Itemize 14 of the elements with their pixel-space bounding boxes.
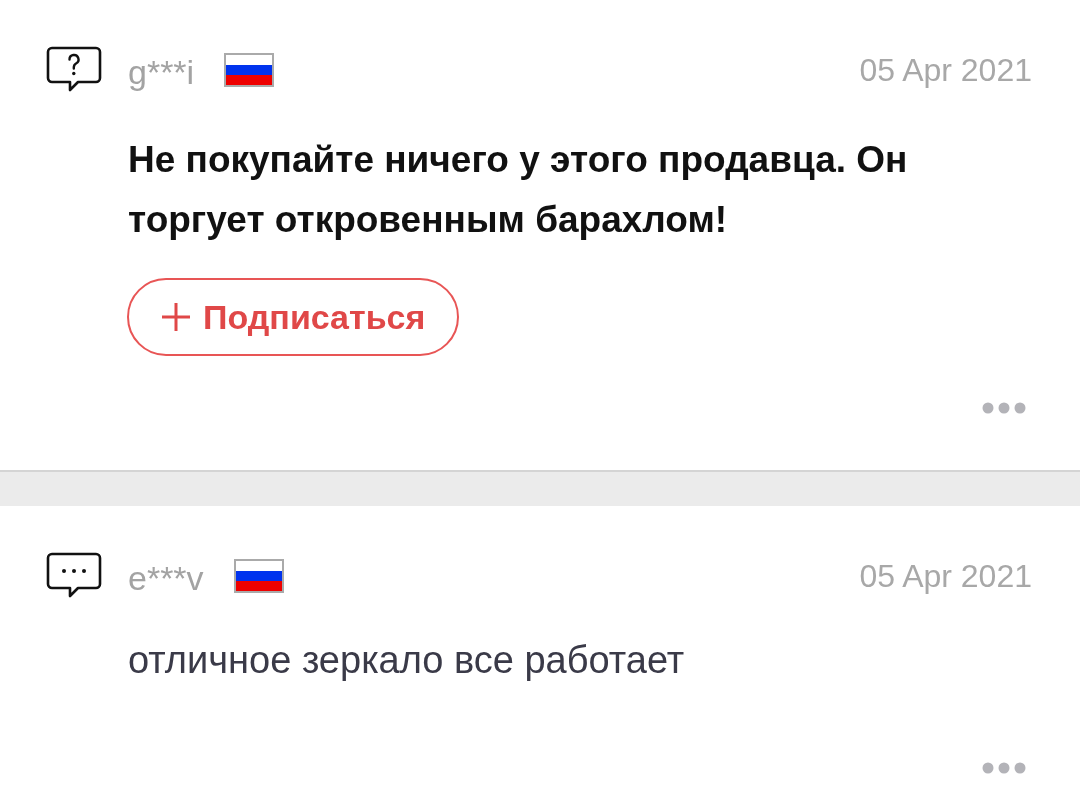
- flag-icon: [233, 559, 284, 593]
- review-text: отличное зеркало все работает: [128, 638, 686, 683]
- subscribe-button[interactable]: Подписаться: [127, 278, 460, 356]
- review-text: Не покупайте ничего у этого продавца. Он торгует откровенным барахлом!: [128, 138, 909, 242]
- more-icon[interactable]: [982, 402, 1026, 414]
- review-date: 05 Apr 2021: [859, 51, 1032, 89]
- user-name: e***v: [128, 558, 204, 598]
- review-date: 05 Apr 2021: [859, 557, 1032, 595]
- more-icon[interactable]: [982, 762, 1026, 774]
- plus-icon: [161, 302, 191, 332]
- flag-icon: [224, 53, 275, 87]
- user-name: g***i: [128, 52, 195, 92]
- question-icon: [46, 46, 102, 94]
- comment-icon: [46, 552, 102, 600]
